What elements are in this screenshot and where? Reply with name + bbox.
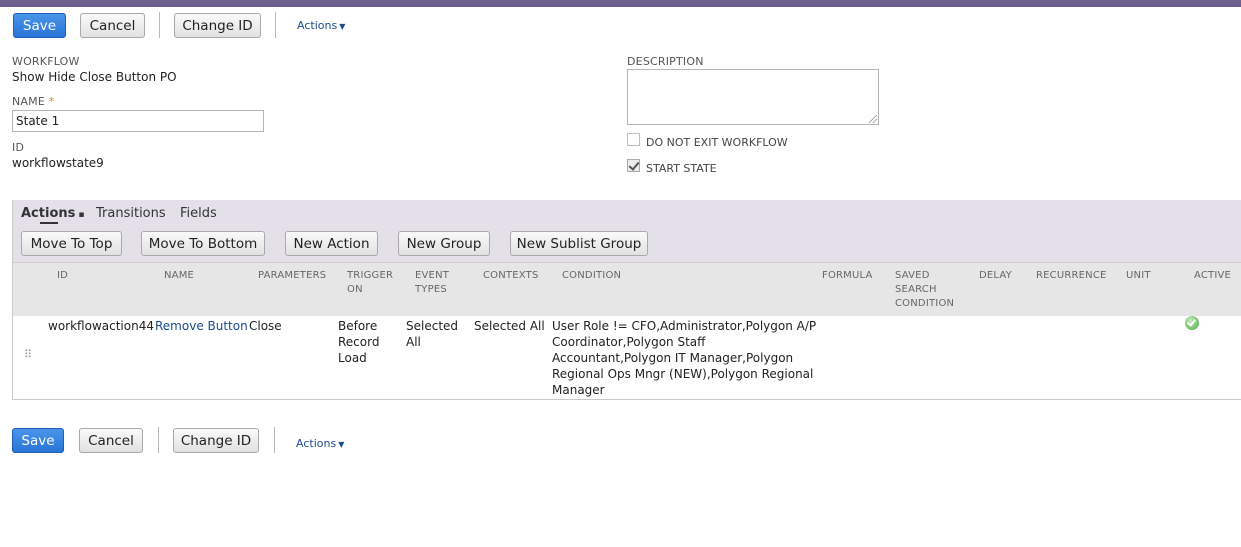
description-textarea[interactable] — [627, 69, 879, 125]
cell-event-types: Selected All — [406, 318, 458, 350]
drag-handle-icon[interactable]: ⠿ — [24, 349, 32, 360]
col-saved-search-condition[interactable]: SAVED SEARCH CONDITION — [895, 269, 954, 311]
start-state-label: START STATE — [646, 162, 717, 175]
tab-fields[interactable]: Fields — [180, 206, 217, 221]
toolbar-separator — [159, 12, 160, 38]
move-to-top-button[interactable]: Move To Top — [21, 231, 122, 256]
col-trigger-on[interactable]: TRIGGER ON — [347, 269, 393, 297]
tab-actions[interactable]: Actions ▪ — [21, 206, 84, 221]
col-recurrence[interactable]: RECURRENCE — [1036, 269, 1107, 283]
start-state-checkbox[interactable] — [627, 159, 640, 172]
change-id-button-bottom[interactable]: Change ID — [173, 428, 259, 453]
col-trigger-on-line2: ON — [347, 284, 363, 295]
do-not-exit-checkbox[interactable] — [627, 133, 640, 146]
toolbar-separator — [158, 427, 159, 453]
workflow-value: Show Hide Close Button PO — [12, 70, 177, 84]
col-name[interactable]: NAME — [164, 269, 194, 283]
id-value: workflowstate9 — [12, 156, 104, 170]
move-to-bottom-button[interactable]: Move To Bottom — [141, 231, 265, 256]
col-formula[interactable]: FORMULA — [822, 269, 873, 283]
col-saved-line2: SEARCH — [895, 284, 937, 295]
actions-menu-bottom[interactable]: Actions ▼ — [296, 437, 344, 450]
caret-down-icon: ▼ — [338, 440, 345, 449]
new-action-button[interactable]: New Action — [285, 231, 378, 256]
active-tab-indicator — [40, 222, 58, 224]
cell-name-link[interactable]: Remove Button — [155, 318, 248, 334]
cell-condition-line1: User Role != CFO,Administrator,Polygon A… — [552, 319, 817, 333]
cell-trigger-on: Before Record Load — [338, 318, 379, 366]
description-label: DESCRIPTION — [627, 55, 704, 68]
col-saved-line1: SAVED — [895, 270, 930, 281]
col-delay[interactable]: DELAY — [979, 269, 1012, 283]
cell-parameters: Close — [249, 319, 282, 333]
name-input[interactable]: State 1 — [12, 110, 264, 132]
actions-menu-bottom-label: Actions — [296, 437, 337, 450]
workflow-label: WORKFLOW — [12, 55, 80, 68]
col-unit[interactable]: UNIT — [1126, 269, 1151, 283]
cell-condition-line3: Accountant,Polygon IT Manager,Polygon — [552, 351, 794, 365]
col-condition[interactable]: CONDITION — [562, 269, 621, 283]
cell-trigger-line2: Record — [338, 335, 380, 349]
change-id-button[interactable]: Change ID — [174, 13, 261, 38]
name-label: NAME * — [12, 95, 54, 108]
cell-condition: User Role != CFO,Administrator,Polygon A… — [552, 318, 816, 398]
col-event-types[interactable]: EVENT TYPES — [415, 269, 449, 297]
tab-actions-label: Actions — [21, 206, 76, 221]
new-group-button[interactable]: New Group — [398, 231, 490, 256]
col-active[interactable]: ACTIVE — [1194, 269, 1231, 283]
actions-menu[interactable]: Actions ▼ — [297, 19, 345, 32]
name-label-text: NAME — [12, 95, 45, 108]
save-button[interactable]: Save — [13, 13, 66, 38]
caret-down-icon: ▼ — [339, 22, 346, 31]
col-parameters[interactable]: PARAMETERS — [258, 269, 326, 283]
top-accent-bar — [0, 0, 1241, 7]
save-button-bottom[interactable]: Save — [12, 428, 64, 453]
col-id[interactable]: ID — [57, 269, 68, 283]
col-event-types-line2: TYPES — [415, 284, 447, 295]
cell-condition-line4: Regional Ops Mngr (NEW),Polygon Regional — [552, 367, 814, 381]
col-saved-line3: CONDITION — [895, 298, 955, 309]
required-marker: * — [48, 95, 55, 108]
cell-contexts: Selected All — [474, 319, 545, 333]
cell-id: workflowaction44 — [48, 319, 154, 333]
cell-trigger-line1: Before — [338, 319, 378, 333]
active-check-icon — [1185, 316, 1199, 330]
cell-event-line2: All — [406, 335, 421, 349]
new-sublist-group-button[interactable]: New Sublist Group — [510, 231, 648, 256]
tab-transitions[interactable]: Transitions — [96, 206, 166, 221]
cancel-button-bottom[interactable]: Cancel — [79, 428, 143, 453]
cancel-button[interactable]: Cancel — [80, 13, 145, 38]
resize-grip-icon[interactable] — [869, 115, 877, 123]
tab-dot-icon: ▪ — [78, 210, 85, 220]
toolbar-separator — [274, 427, 275, 453]
id-label: ID — [12, 141, 25, 154]
cell-condition-line2: Coordinator,Polygon Staff — [552, 335, 706, 349]
toolbar-separator — [275, 12, 276, 38]
cell-event-line1: Selected — [406, 319, 459, 333]
cell-condition-line5: Manager — [552, 383, 605, 397]
col-event-types-line1: EVENT — [415, 270, 450, 281]
actions-menu-label: Actions — [297, 19, 338, 32]
do-not-exit-label: DO NOT EXIT WORKFLOW — [646, 136, 788, 149]
col-trigger-on-line1: TRIGGER — [347, 270, 394, 281]
cell-trigger-line3: Load — [338, 351, 367, 365]
col-contexts[interactable]: CONTEXTS — [483, 269, 539, 283]
